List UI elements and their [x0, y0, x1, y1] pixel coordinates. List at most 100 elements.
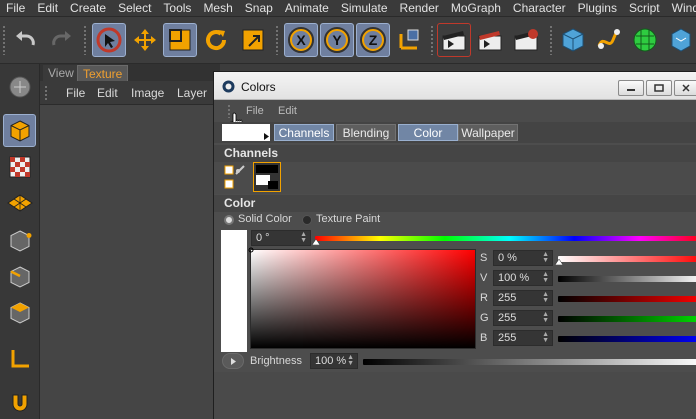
texture-menu-layer[interactable]: Layer	[177, 86, 207, 100]
channel-preview-swatch[interactable]	[253, 162, 281, 192]
polygons-mode-button[interactable]	[3, 296, 36, 329]
sv-picker-handle-icon[interactable]	[248, 247, 254, 253]
z-axis-button[interactable]: Z	[356, 23, 390, 57]
menu-render[interactable]: Render	[394, 1, 445, 15]
toolbar-grip[interactable]	[549, 25, 553, 55]
live-selection-button[interactable]	[92, 23, 126, 57]
channels-section-header[interactable]: Channels	[214, 145, 696, 162]
s-slider[interactable]	[558, 256, 696, 262]
model-mode-button[interactable]	[3, 114, 36, 147]
hue-field[interactable]: 0 ° ▲ ▼	[251, 230, 311, 246]
g-slider[interactable]	[558, 316, 696, 322]
workplane-mode-button[interactable]	[3, 186, 36, 219]
texture-mode-button[interactable]	[3, 150, 36, 183]
texture-menu-edit[interactable]: Edit	[97, 86, 118, 100]
b-field[interactable]: 255 ▲ ▼	[493, 330, 553, 346]
tab-texture[interactable]: Texture	[77, 65, 129, 81]
toolbar-grip[interactable]	[430, 25, 434, 55]
texture-paint-radio[interactable]	[302, 215, 312, 225]
menu-tools[interactable]: Tools	[157, 1, 197, 15]
tab-color[interactable]: Color	[398, 124, 458, 141]
texture-menu-image[interactable]: Image	[131, 86, 164, 100]
snap-magnet-button[interactable]	[3, 386, 36, 419]
menu-create[interactable]: Create	[64, 1, 112, 15]
menu-mograph[interactable]: MoGraph	[445, 1, 507, 15]
tab-view[interactable]: View	[43, 65, 79, 81]
menu-script[interactable]: Script	[623, 1, 666, 15]
tab-blending[interactable]: Blending	[336, 124, 396, 141]
r-slider[interactable]	[558, 296, 696, 302]
sv-color-field[interactable]	[250, 249, 476, 349]
close-button[interactable]	[674, 80, 696, 96]
scale-tool-button[interactable]	[163, 23, 197, 57]
menu-file[interactable]: File	[0, 1, 31, 15]
dialog-titlebar[interactable]: Colors	[214, 72, 696, 100]
x-axis-button[interactable]: X	[284, 23, 318, 57]
hue-slider[interactable]	[315, 236, 696, 241]
menu-snap[interactable]: Snap	[239, 1, 279, 15]
menu-character[interactable]: Character	[507, 1, 572, 15]
axis-mode-button[interactable]	[3, 342, 36, 375]
g-spinner-icon[interactable]: ▲ ▼	[542, 311, 549, 324]
spline-button[interactable]	[592, 23, 626, 57]
render-settings-button[interactable]	[509, 23, 543, 57]
channel-colors-icon[interactable]	[223, 164, 247, 190]
tab-wallpaper[interactable]: Wallpaper	[458, 124, 518, 141]
brightness-toggle-button[interactable]	[222, 353, 244, 369]
tab-channels[interactable]: Channels	[274, 124, 334, 141]
menu-window[interactable]: Wind	[666, 1, 696, 15]
rotate-tool-button[interactable]	[199, 23, 233, 57]
s-slider-thumb-icon[interactable]	[555, 259, 563, 265]
toolbar-grip[interactable]	[275, 25, 279, 55]
r-field[interactable]: 255 ▲ ▼	[493, 290, 553, 306]
generator-button[interactable]	[664, 23, 696, 57]
hue-slider-thumb-icon[interactable]	[312, 239, 320, 245]
menu-edit[interactable]: Edit	[31, 1, 64, 15]
x-axis-label: X	[296, 32, 306, 48]
dialog-menu-edit[interactable]: Edit	[278, 105, 297, 117]
coordinate-system-button[interactable]	[392, 23, 426, 57]
brightness-spinner-icon[interactable]: ▲ ▼	[347, 354, 354, 367]
v-field[interactable]: 100 % ▲ ▼	[493, 270, 553, 286]
color-section-header[interactable]: Color	[214, 195, 696, 212]
scale-icon	[169, 29, 191, 51]
brightness-slider[interactable]	[363, 359, 696, 365]
swatch-dropdown-arrow-icon[interactable]	[263, 132, 270, 141]
points-mode-button[interactable]	[3, 224, 36, 257]
v-slider[interactable]	[558, 276, 696, 282]
brightness-field[interactable]: 100 % ▲ ▼	[310, 353, 358, 369]
last-tool-button[interactable]	[236, 23, 270, 57]
undo-button[interactable]	[9, 23, 43, 57]
b-slider[interactable]	[558, 336, 696, 342]
main-menubar: File Edit Create Select Tools Mesh Snap …	[0, 0, 696, 17]
r-spinner-icon[interactable]: ▲ ▼	[542, 291, 549, 304]
v-spinner-icon[interactable]: ▲ ▼	[542, 271, 549, 284]
s-spinner-icon[interactable]: ▲ ▼	[542, 251, 549, 264]
menu-select[interactable]: Select	[112, 1, 157, 15]
move-tool-button[interactable]	[128, 23, 162, 57]
maximize-button[interactable]	[646, 80, 672, 96]
edges-mode-button[interactable]	[3, 260, 36, 293]
dialog-menu-file[interactable]: File	[246, 105, 264, 117]
hue-spinner-icon[interactable]: ▲ ▼	[300, 231, 307, 244]
subdivision-surface-button[interactable]	[628, 23, 662, 57]
solid-color-radio[interactable]	[224, 215, 234, 225]
render-picture-viewer-button[interactable]	[473, 23, 507, 57]
toolbar-grip[interactable]	[83, 25, 87, 55]
menu-grip[interactable]	[44, 85, 48, 101]
g-field[interactable]: 255 ▲ ▼	[493, 310, 553, 326]
texture-menu-file[interactable]: File	[66, 86, 85, 100]
cube-object-button[interactable]	[556, 23, 590, 57]
render-view-button[interactable]	[437, 23, 471, 57]
s-field[interactable]: 0 % ▲ ▼	[493, 250, 553, 266]
toolbar-grip[interactable]	[2, 25, 6, 55]
y-axis-button[interactable]: Y	[320, 23, 354, 57]
menu-plugins[interactable]: Plugins	[572, 1, 623, 15]
menu-mesh[interactable]: Mesh	[197, 1, 238, 15]
minimize-button[interactable]	[618, 80, 644, 96]
menu-simulate[interactable]: Simulate	[335, 1, 394, 15]
make-editable-button[interactable]	[3, 70, 36, 103]
menu-animate[interactable]: Animate	[279, 1, 335, 15]
b-spinner-icon[interactable]: ▲ ▼	[542, 331, 549, 344]
redo-button[interactable]	[44, 23, 78, 57]
